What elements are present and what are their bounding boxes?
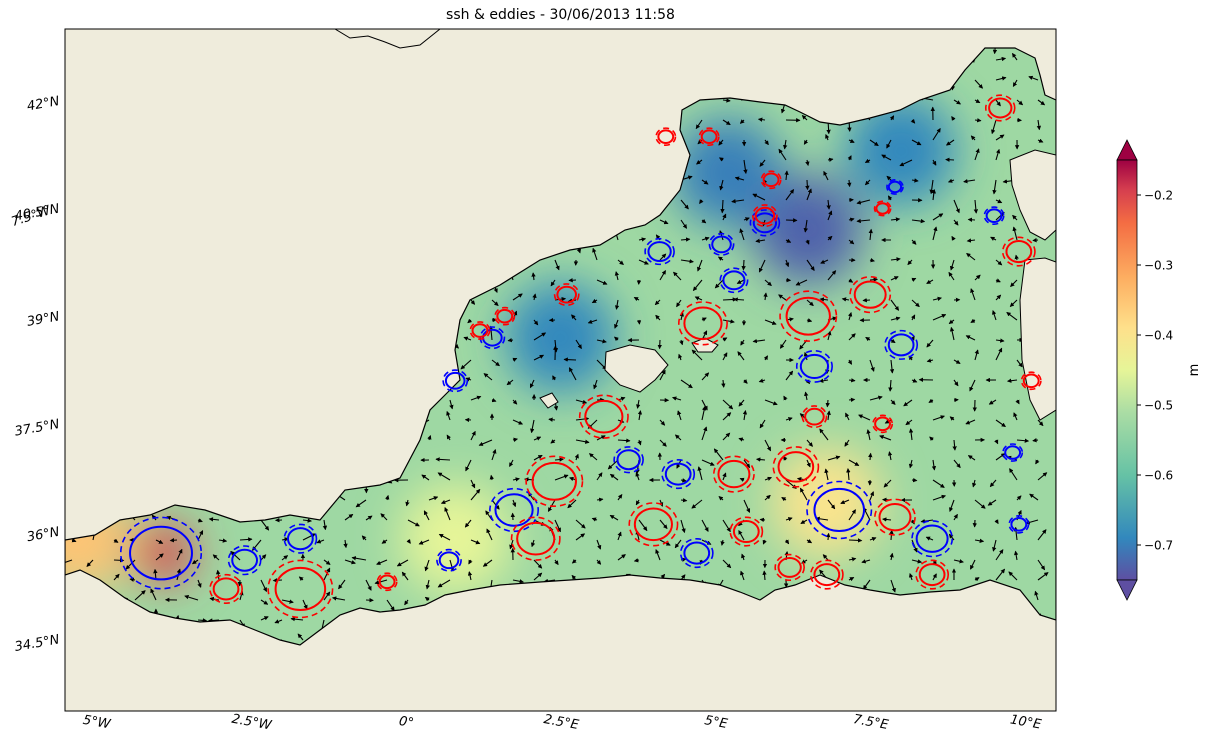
colorbar-tick-label: −0.5: [1144, 399, 1173, 413]
velocity-arrow: [911, 477, 918, 483]
lat-tick-label: 37.5°N: [14, 417, 61, 440]
velocity-arrow: [733, 297, 745, 302]
velocity-arrow: [721, 379, 726, 388]
velocity-arrow: [869, 277, 879, 282]
figure: 5°W 2.5°W 0° 2.5°E 5°E 7.5°E 10°E7.5°W 42°N40.…: [10, 28, 1202, 734]
map-area: [65, 29, 1056, 711]
velocity-arrow: [757, 117, 766, 122]
velocity-arrow: [848, 397, 856, 402]
velocity-arrow: [868, 452, 873, 461]
lat-tick-label: 36°N: [26, 525, 61, 546]
colorbar-extend-top: [1116, 139, 1138, 161]
lon-tick-label: 0°: [398, 714, 415, 731]
lat-tick-label: 34.5°N: [14, 632, 61, 655]
colorbar-tick-label: −0.7: [1144, 539, 1173, 553]
velocity-arrow: [759, 517, 766, 523]
velocity-arrow: [741, 259, 746, 271]
colorbar: −0.2 −0.3 −0.4 −0.5 −0.6 −0.7 m: [1116, 139, 1202, 601]
colorbar-tick-label: −0.6: [1144, 469, 1173, 483]
velocity-arrow: [507, 337, 514, 343]
colorbar-label: m: [1187, 364, 1202, 377]
lat-tick-label: 42°N: [26, 94, 61, 115]
velocity-arrow: [825, 399, 830, 408]
lon-tick-label: 7.5°E: [852, 712, 890, 733]
velocity-arrow: [197, 618, 208, 623]
velocity-arrow: [945, 157, 955, 162]
latitude-tick-labels: 42°N40.5°N39°N37.5°N36°N34.5°N: [14, 94, 61, 655]
velocity-arrow: [596, 497, 604, 502]
velocity-arrow: [680, 498, 688, 503]
velocity-arrow: [805, 179, 810, 191]
velocity-arrow: [720, 199, 725, 214]
colorbar-tick-label: −0.4: [1144, 329, 1173, 343]
lon-tick-label: 2.5°W: [230, 712, 273, 734]
ssh-anomaly-1: [771, 447, 882, 558]
velocity-arrow: [563, 357, 577, 362]
velocity-arrow: [967, 217, 976, 222]
velocity-arrow: [554, 457, 564, 462]
lon-tick-label: 2.5°E: [542, 712, 580, 733]
velocity-arrow: [974, 118, 982, 123]
velocity-arrow: [755, 457, 766, 462]
colorbar-tick-label: −0.3: [1144, 259, 1173, 273]
lat-tick-label: 39°N: [26, 309, 61, 330]
lon-tick-label: 5°W: [82, 713, 113, 733]
ssh-anomaly-2: [400, 483, 511, 594]
lon-tick-label: 10°E: [1009, 712, 1043, 732]
velocity-arrow: [169, 538, 178, 543]
velocity-arrow: [1032, 438, 1039, 443]
velocity-arrow: [847, 179, 852, 188]
colorbar-gradient: [1116, 159, 1138, 581]
ssh-anomaly-5: [672, 117, 783, 228]
colorbar-ticks: −0.2 −0.3 −0.4 −0.5 −0.6 −0.7: [1137, 189, 1173, 553]
velocity-arrow: [548, 417, 556, 422]
velocity-arrow: [862, 298, 871, 303]
velocity-arrow: [826, 532, 831, 541]
colorbar-tick-label: −0.2: [1144, 189, 1173, 203]
lon-tick-label: 5°E: [703, 713, 729, 732]
velocity-arrow: [848, 378, 856, 383]
velocity-arrow: [848, 538, 863, 543]
colorbar-extend-bottom: [1116, 579, 1138, 601]
